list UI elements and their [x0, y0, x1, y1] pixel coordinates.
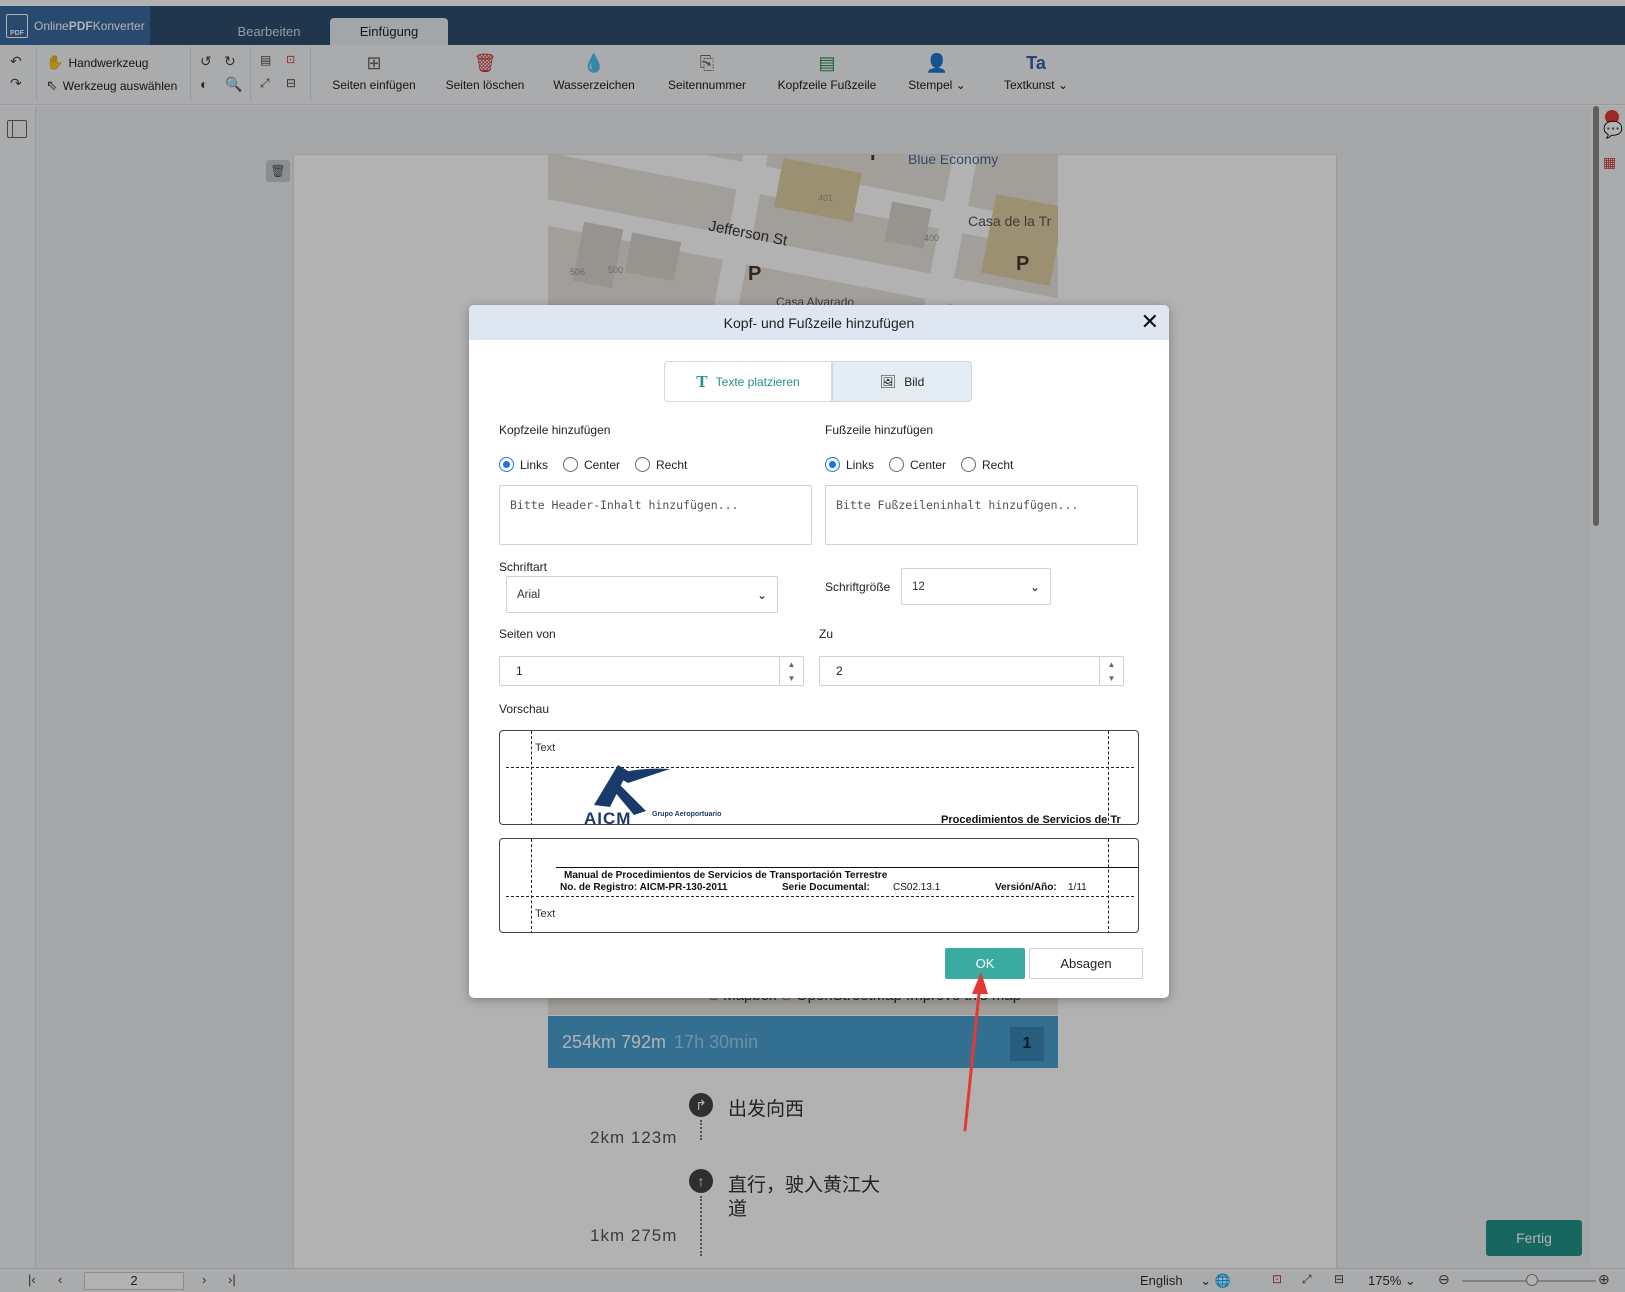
footer-preview-text: Text — [535, 908, 556, 920]
image-icon: 🖼 — [879, 373, 897, 389]
stepper[interactable]: ▲ ▼ — [779, 657, 803, 685]
cancel-button[interactable]: Absagen — [1029, 948, 1143, 979]
tab-image[interactable]: 🖼 Bild — [832, 361, 972, 402]
pages-to-label: Zu — [819, 627, 834, 641]
font-select[interactable]: Arial ⌄ — [506, 576, 778, 613]
header-label: Kopfzeile hinzufügen — [499, 423, 611, 437]
chevron-down-icon[interactable]: ▼ — [788, 674, 796, 683]
footer-align-left[interactable]: Links — [825, 457, 874, 472]
font-label: Schriftart — [499, 560, 548, 574]
pages-from-label: Seiten von — [499, 627, 556, 641]
text-icon: T — [696, 371, 708, 391]
pages-from-input[interactable]: 1 ▲ ▼ — [499, 656, 804, 686]
header-preview: Text AICM Grupo Aeroportuario Procedimie… — [499, 730, 1139, 825]
footer-label: Fußzeile hinzufügen — [825, 423, 934, 437]
chevron-up-icon[interactable]: ▲ — [1108, 660, 1116, 669]
font-size-select[interactable]: 12 ⌄ — [901, 568, 1051, 605]
dialog-title: Kopf- und Fußzeile hinzufügen — [723, 314, 915, 331]
stepper[interactable]: ▲ ▼ — [1099, 657, 1123, 685]
header-preview-doc-title: Procedimientos de Servicios de Tr — [941, 814, 1121, 825]
tab-place-text[interactable]: T Texte platzieren — [664, 361, 832, 402]
pages-to-input[interactable]: 2 ▲ ▼ — [819, 656, 1124, 686]
radio-selected[interactable] — [499, 457, 514, 472]
header-align-center[interactable]: Center — [563, 457, 620, 472]
footer-align-right[interactable]: Recht — [961, 457, 1013, 472]
radio[interactable] — [563, 457, 578, 472]
close-icon[interactable]: ✕ — [1141, 311, 1159, 333]
chevron-down-icon: ⌄ — [756, 587, 767, 602]
chevron-up-icon[interactable]: ▲ — [788, 660, 796, 669]
header-footer-dialog: Kopf- und Fußzeile hinzufügen ✕ T Texte … — [469, 305, 1169, 998]
footer-preview-manual-title: Manual de Procedimientos de Servicios de… — [564, 870, 888, 881]
header-preview-text: Text — [535, 742, 556, 754]
footer-preview-registry: No. de Registro: AICM-PR-130-2011 — [560, 882, 728, 893]
header-text-input[interactable]: Bitte Header-Inhalt hinzufügen... — [499, 485, 812, 545]
header-align-right[interactable]: Recht — [635, 457, 687, 472]
header-align-left[interactable]: Links — [499, 457, 548, 472]
chevron-down-icon[interactable]: ▼ — [1108, 674, 1116, 683]
footer-preview: Manual de Procedimientos de Servicios de… — [499, 838, 1139, 933]
radio[interactable] — [961, 457, 976, 472]
radio[interactable] — [889, 457, 904, 472]
aicm-logo-text: AICM — [584, 809, 632, 825]
footer-preview-version-label: Versión/Año: — [995, 882, 1057, 893]
chevron-down-icon: ⌄ — [1029, 579, 1040, 594]
footer-preview-version-value: 1/11 — [1068, 882, 1087, 893]
app-window: PDF OnlinePDFKonverter Bearbeiten Einfüg… — [0, 0, 1625, 1292]
footer-preview-serie-label: Serie Documental: — [782, 882, 870, 893]
dialog-header: Kopf- und Fußzeile hinzufügen ✕ — [469, 305, 1169, 340]
radio[interactable] — [635, 457, 650, 472]
aicm-logo-subtext: Grupo Aeroportuario — [652, 811, 722, 818]
preview-label: Vorschau — [499, 702, 550, 716]
footer-preview-serie-value: CS02.13.1 — [893, 882, 941, 893]
font-size-label: Schriftgröße — [825, 580, 891, 594]
footer-text-input[interactable]: Bitte Fußzeileninhalt hinzufügen... — [825, 485, 1138, 545]
radio-selected[interactable] — [825, 457, 840, 472]
footer-align-center[interactable]: Center — [889, 457, 946, 472]
aicm-logo — [588, 763, 670, 815]
annotation-arrow — [963, 972, 988, 1132]
